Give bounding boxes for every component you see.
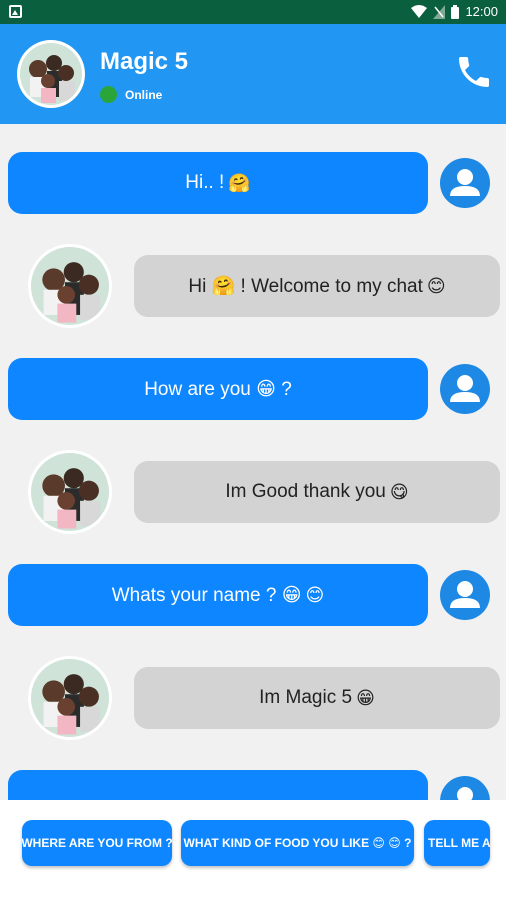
contact-name: Magic 5 [100,48,189,75]
smile-emoji: 😊 [305,585,325,605]
bot-avatar [28,656,112,740]
message-text: Im Good thank you [225,481,386,502]
message-text: How are you 😁 ? [144,378,292,400]
quick-reply-bar[interactable]: WHERE ARE YOU FROM ? WHAT KIND OF FOOD Y… [0,800,506,900]
message-text: Hi 🤗 ! Welcome to my chat [188,276,423,297]
group-photo [20,43,82,105]
message-text: Hi.. ! [185,172,225,193]
group-photo [31,659,109,737]
bot-message-bubble: Im Good thank you 😋 [134,461,500,523]
quick-reply-food[interactable]: WHAT KIND OF FOOD YOU LIKE 😊 😊 ? [181,820,414,866]
chat-list[interactable]: Hi.. ! 🤗 Hi 🤗 ! Welcome to my chat 😊 How… [0,124,506,800]
group-photo [31,453,109,531]
bot-message-bubble: Im Magic 5 😁 [134,667,500,729]
grin-emoji: 😁 [356,688,375,708]
user-message-bubble: How are you 😁 ? [8,358,428,420]
status-bar: 12:00 [0,0,506,24]
bot-message-bubble: Hi 🤗 ! Welcome to my chat 😊 [134,255,500,317]
user-message-bubble: Hi.. ! 🤗 [8,152,428,214]
group-photo [31,247,109,325]
user-avatar-icon [440,364,490,414]
message-text: Im Magic 5 [259,687,353,708]
quick-reply-tell-me[interactable]: TELL ME A [424,820,490,866]
chat-header: Magic 5 Online [0,24,506,124]
bot-avatar [28,244,112,328]
status-icons: 12:00 [411,4,498,19]
phone-call-icon[interactable] [454,52,494,92]
yum-emoji: 😋 [389,482,409,502]
quick-reply-where-from[interactable]: WHERE ARE YOU FROM ? [22,820,172,866]
online-status: Online [100,86,162,103]
status-time: 12:00 [465,4,498,19]
image-notification-icon [9,5,22,18]
hugging-emoji: 🤗 [228,173,251,193]
user-avatar-icon [440,570,490,620]
contact-avatar[interactable] [17,40,85,108]
online-label: Online [125,87,163,102]
message-text: Whats your name ? 😁 [111,584,302,606]
bot-avatar [28,450,112,534]
online-indicator-icon [100,86,117,103]
smile-emoji: 😊 [426,276,446,296]
user-message-bubble: Whats your name ? 😁 😊 [8,564,428,626]
user-avatar-icon [440,776,490,800]
no-signal-icon [433,4,446,19]
battery-icon [451,4,460,19]
wifi-icon [411,4,428,18]
user-avatar-icon [440,158,490,208]
user-message-bubble [8,770,428,800]
